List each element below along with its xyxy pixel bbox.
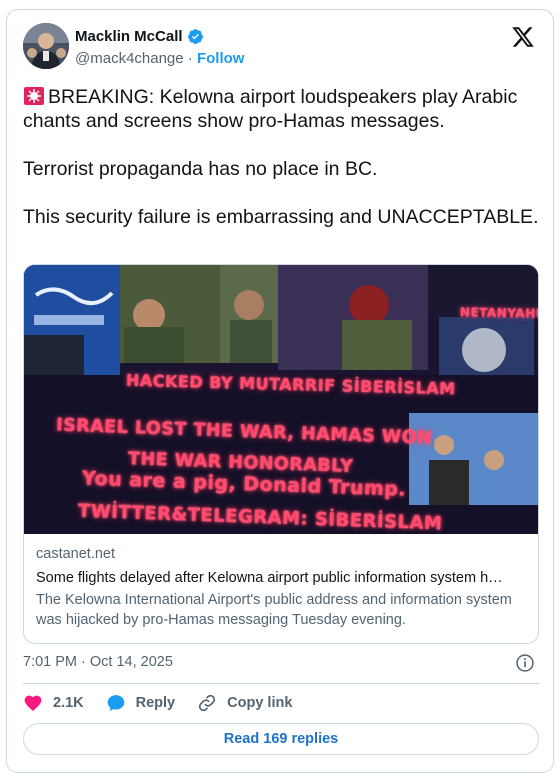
reply-bubble-icon [107,695,124,711]
link-description: The Kelowna International Airport's publ… [36,592,512,628]
copy-link-button[interactable]: Copy link [197,693,292,713]
x-logo-icon[interactable] [511,25,535,49]
like-button[interactable]: 2.1K [23,693,84,713]
media-image[interactable]: NETANYAHU HACKED BY MUTARRIF SİBERİSLAM … [24,265,539,534]
author-handle[interactable]: @mack4change [75,50,184,67]
separator: · [187,50,193,67]
read-replies-button[interactable]: Read 169 replies [23,723,539,755]
info-icon[interactable] [515,653,535,673]
follow-button[interactable]: Follow [197,50,245,67]
link-title[interactable]: Some flights delayed after Kelowna airpo… [36,570,528,586]
reply-button[interactable]: Reply [106,693,176,713]
avatar[interactable] [23,23,69,69]
link-card[interactable]: NETANYAHU HACKED BY MUTARRIF SİBERİSLAM … [23,264,539,644]
action-bar: 2.1K Reply Copy link [23,693,314,713]
link-meta: castanet.net Some flights delayed after … [24,534,538,642]
tweet-timestamp[interactable]: 7:01 PM · Oct 14, 2025 [23,654,173,670]
tweet-text-block: BREAKING: Kelowna airport loudspeakers p… [23,85,543,229]
verified-badge-icon [187,29,203,45]
screen-label: NETANYAHU [459,305,539,321]
author-name[interactable]: Macklin McCall [75,28,183,45]
tweet-text: BREAKING: Kelowna airport loudspeakers p… [23,86,539,228]
heart-icon [24,695,42,711]
link-domain: castanet.net [36,546,115,562]
tweet-card: Macklin McCall @mack4change · Follow BRE… [6,9,554,773]
copy-link-label: Copy link [227,695,293,711]
siren-emoji-icon [24,87,44,105]
link-icon [199,694,216,712]
divider [23,683,539,684]
like-count: 2.1K [53,695,84,711]
reply-label: Reply [135,695,176,711]
